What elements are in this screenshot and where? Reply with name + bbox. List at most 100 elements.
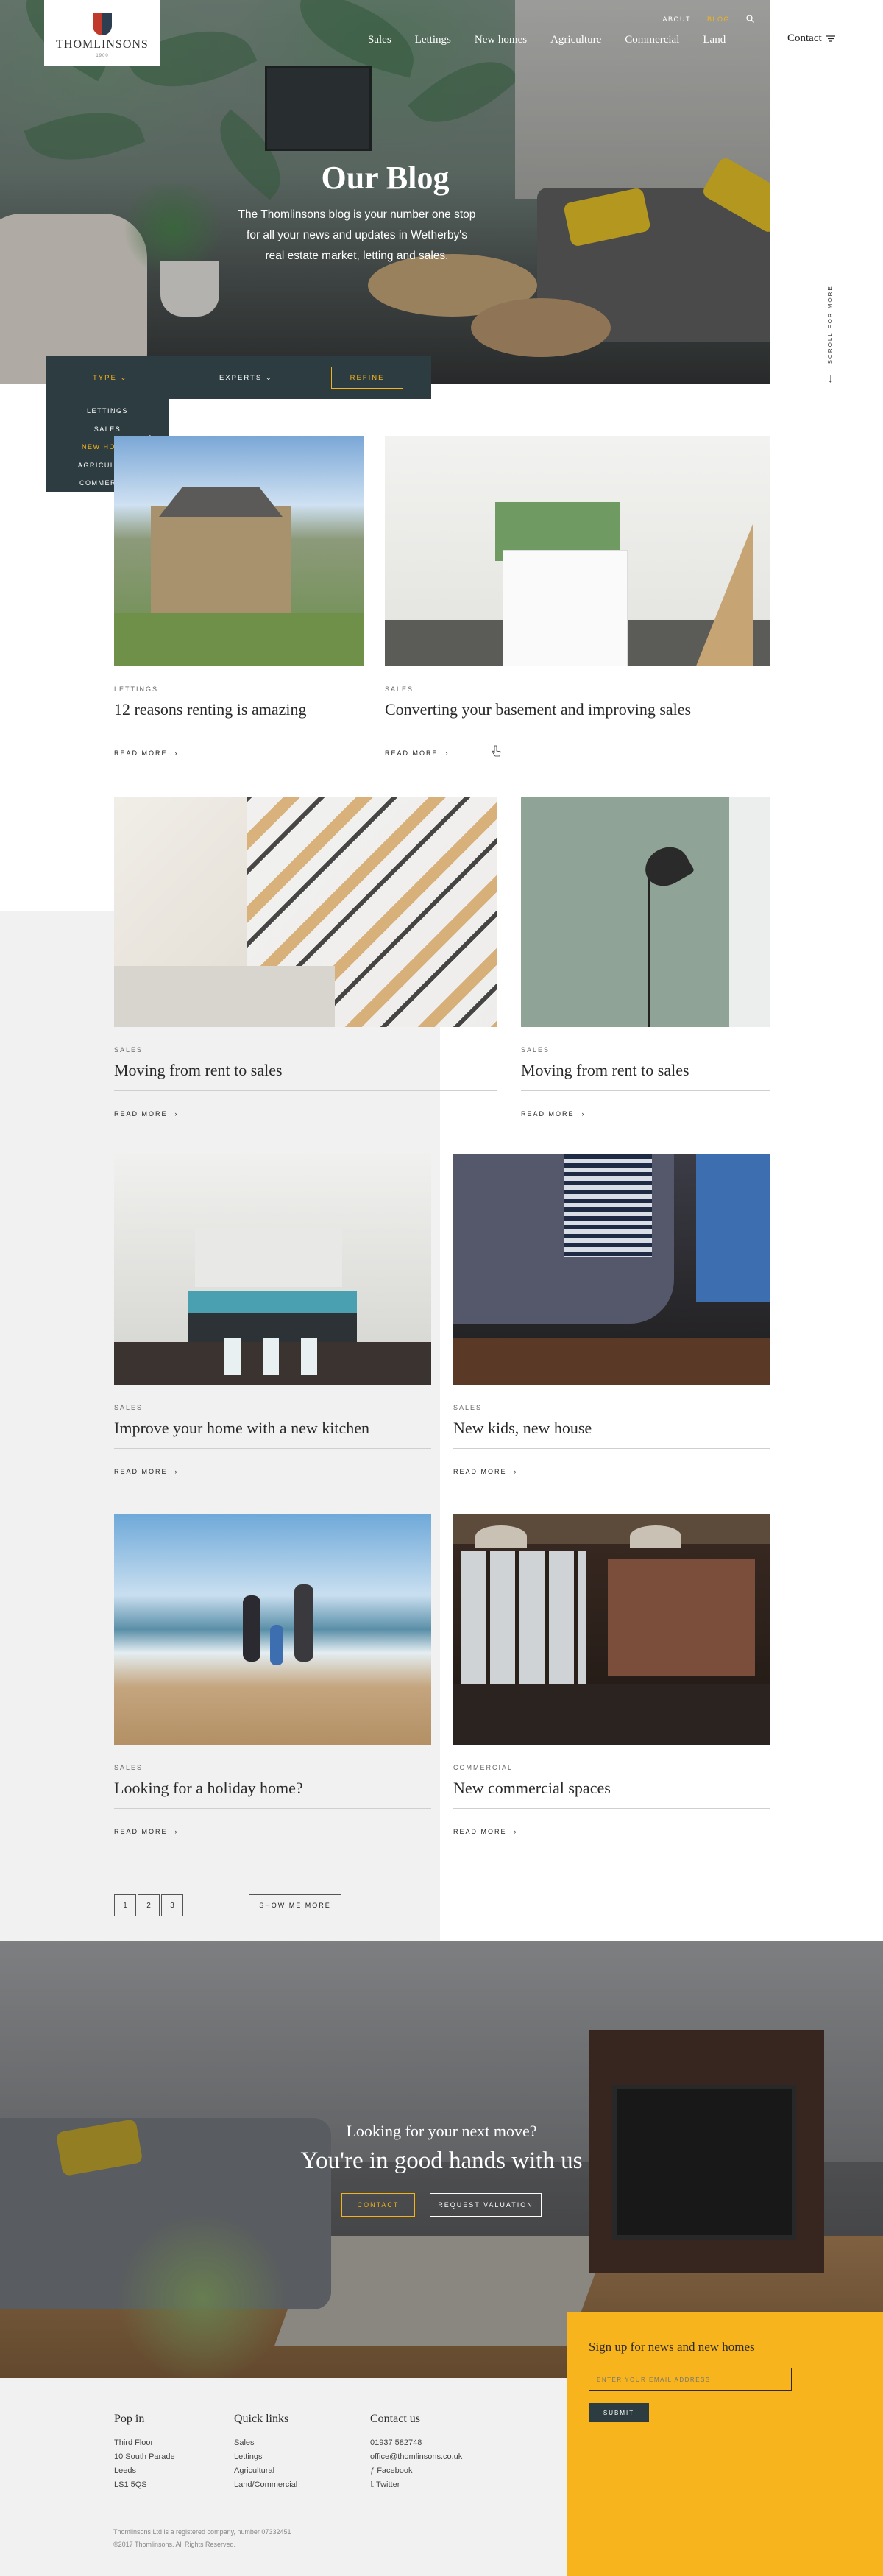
read-more-label: READ MORE (114, 1468, 168, 1475)
post-category: COMMERCIAL (453, 1764, 514, 1771)
nav-land[interactable]: Land (703, 34, 726, 46)
address-line: Third Floor (114, 2438, 154, 2447)
read-more-link[interactable]: READ MORE › (114, 749, 364, 757)
read-more-link[interactable]: READ MORE › (114, 1110, 497, 1118)
brand-est: 1900 (96, 54, 109, 58)
read-more-label: READ MORE (453, 1828, 507, 1835)
facebook-label: Facebook (377, 2466, 413, 2475)
chevron-down-icon: ⌄ (120, 373, 128, 382)
post-category: LETTINGS (114, 685, 159, 693)
post-category: SALES (114, 1404, 143, 1411)
page-title: Our Blog (321, 160, 450, 196)
read-more-link[interactable]: READ MORE › (521, 1110, 770, 1118)
contact-label: Contact (787, 32, 822, 44)
blog-card[interactable]: SALES Improve your home with a new kitch… (114, 1154, 431, 1475)
post-title[interactable]: New kids, new house (453, 1419, 770, 1438)
nav-commercial[interactable]: Commercial (625, 34, 679, 46)
chevron-right-icon: › (581, 1110, 586, 1118)
scroll-for-more[interactable]: ⟵ SCROLL FOR MORE (827, 285, 834, 383)
newsletter-signup: Sign up for news and new homes SUBMIT (567, 2312, 883, 2576)
cursor-hand-icon (492, 745, 502, 758)
brand-logo[interactable]: THOMLINSONS 1900 (44, 0, 160, 66)
experts-dropdown[interactable]: EXPERTS ⌄ (219, 374, 273, 382)
nav-sales[interactable]: Sales (368, 34, 391, 46)
nav-new-homes[interactable]: New homes (475, 34, 527, 46)
footer-link-agricultural[interactable]: Agricultural (234, 2464, 297, 2478)
request-valuation-button[interactable]: REQUEST VALUATION (430, 2193, 542, 2217)
menu-icon (826, 35, 835, 42)
post-category: SALES (453, 1404, 483, 1411)
blog-card[interactable]: SALES Moving from rent to sales READ MOR… (521, 797, 770, 1118)
email-link[interactable]: office@thomlinsons.co.uk (370, 2450, 462, 2464)
post-title[interactable]: Moving from rent to sales (521, 1061, 770, 1080)
nav-lettings[interactable]: Lettings (415, 34, 451, 46)
footer-quick-links: Quick links Sales Lettings Agricultural … (234, 2413, 297, 2492)
post-image (453, 1154, 770, 1385)
post-title[interactable]: Converting your basement and improving s… (385, 700, 770, 719)
nav-agriculture[interactable]: Agriculture (550, 34, 601, 46)
type-option-lettings[interactable]: LETTINGS (46, 402, 169, 420)
post-title[interactable]: New commercial spaces (453, 1779, 770, 1798)
post-category: SALES (114, 1764, 143, 1771)
post-image (114, 1154, 431, 1385)
arrow-left-icon: ⟵ (827, 373, 834, 383)
show-more-button[interactable]: SHOW ME MORE (249, 1894, 341, 1916)
post-title[interactable]: Looking for a holiday home? (114, 1779, 431, 1798)
company-number: Thomlinsons Ltd is a registered company,… (113, 2528, 291, 2536)
refine-button[interactable]: REFINE (331, 367, 403, 389)
twitter-link[interactable]: 𝕥 Twitter (370, 2478, 462, 2492)
read-more-label: READ MORE (114, 1828, 168, 1835)
util-link-about[interactable]: ABOUT (662, 15, 691, 23)
signup-heading: Sign up for news and new homes (589, 2340, 755, 2354)
twitter-label: Twitter (375, 2480, 400, 2489)
legal-text: Thomlinsons Ltd is a registered company,… (113, 2526, 291, 2551)
read-more-link[interactable]: READ MORE › (385, 749, 770, 757)
page-1-button[interactable]: 1 (114, 1894, 136, 1916)
footer-link-sales[interactable]: Sales (234, 2436, 297, 2450)
read-more-label: READ MORE (453, 1468, 507, 1475)
post-image (385, 436, 770, 666)
type-dropdown[interactable]: TYPE ⌄ (93, 374, 127, 382)
blog-card[interactable]: SALES New kids, new house READ MORE › (453, 1154, 770, 1475)
blog-card[interactable]: COMMERCIAL New commercial spaces READ MO… (453, 1514, 770, 1835)
facebook-link[interactable]: ƒ Facebook (370, 2464, 462, 2478)
footer-heading: Quick links (234, 2413, 289, 2425)
chevron-right-icon: › (445, 749, 450, 757)
post-image (114, 797, 497, 1027)
pagination: 1 2 3 (114, 1894, 185, 1916)
shield-icon (93, 13, 112, 35)
contact-button[interactable]: CONTACT (341, 2193, 415, 2217)
blog-card[interactable]: SALES Looking for a holiday home? READ M… (114, 1514, 431, 1835)
blog-card[interactable]: LETTINGS 12 reasons renting is amazing R… (114, 436, 364, 757)
cta-question: Looking for your next move? (346, 2122, 537, 2140)
footer-link-lettings[interactable]: Lettings (234, 2450, 297, 2464)
chevron-right-icon: › (514, 1828, 518, 1835)
post-title[interactable]: Improve your home with a new kitchen (114, 1419, 431, 1438)
contact-menu-button[interactable]: Contact (787, 32, 835, 45)
post-title[interactable]: 12 reasons renting is amazing (114, 700, 364, 719)
brand-name: THOMLINSONS (56, 38, 149, 51)
footer-link-land-commercial[interactable]: Land/Commercial (234, 2478, 297, 2492)
email-field[interactable] (589, 2368, 792, 2391)
blog-card[interactable]: SALES Converting your basement and impro… (385, 436, 770, 757)
post-image (114, 1514, 431, 1745)
blog-card[interactable]: SALES Moving from rent to sales READ MOR… (114, 797, 497, 1118)
read-more-link[interactable]: READ MORE › (453, 1828, 770, 1835)
read-more-link[interactable]: READ MORE › (114, 1468, 431, 1475)
facebook-icon: ƒ (370, 2466, 377, 2475)
search-icon[interactable] (746, 15, 754, 23)
page-3-button[interactable]: 3 (161, 1894, 183, 1916)
phone-link[interactable]: 01937 582748 (370, 2436, 462, 2450)
read-more-link[interactable]: READ MORE › (114, 1828, 431, 1835)
read-more-label: READ MORE (521, 1110, 575, 1118)
address-line: Leeds (114, 2466, 136, 2475)
hero-subtitle: The Thomlinsons blog is your number one … (238, 208, 476, 262)
post-image (114, 436, 364, 666)
read-more-link[interactable]: READ MORE › (453, 1468, 770, 1475)
util-link-blog[interactable]: BLOG (707, 15, 730, 23)
submit-button[interactable]: SUBMIT (589, 2403, 649, 2422)
filter-bar: TYPE ⌄ EXPERTS ⌄ REFINE (46, 356, 431, 399)
page-2-button[interactable]: 2 (138, 1894, 160, 1916)
post-image (521, 797, 770, 1027)
post-title[interactable]: Moving from rent to sales (114, 1061, 497, 1080)
